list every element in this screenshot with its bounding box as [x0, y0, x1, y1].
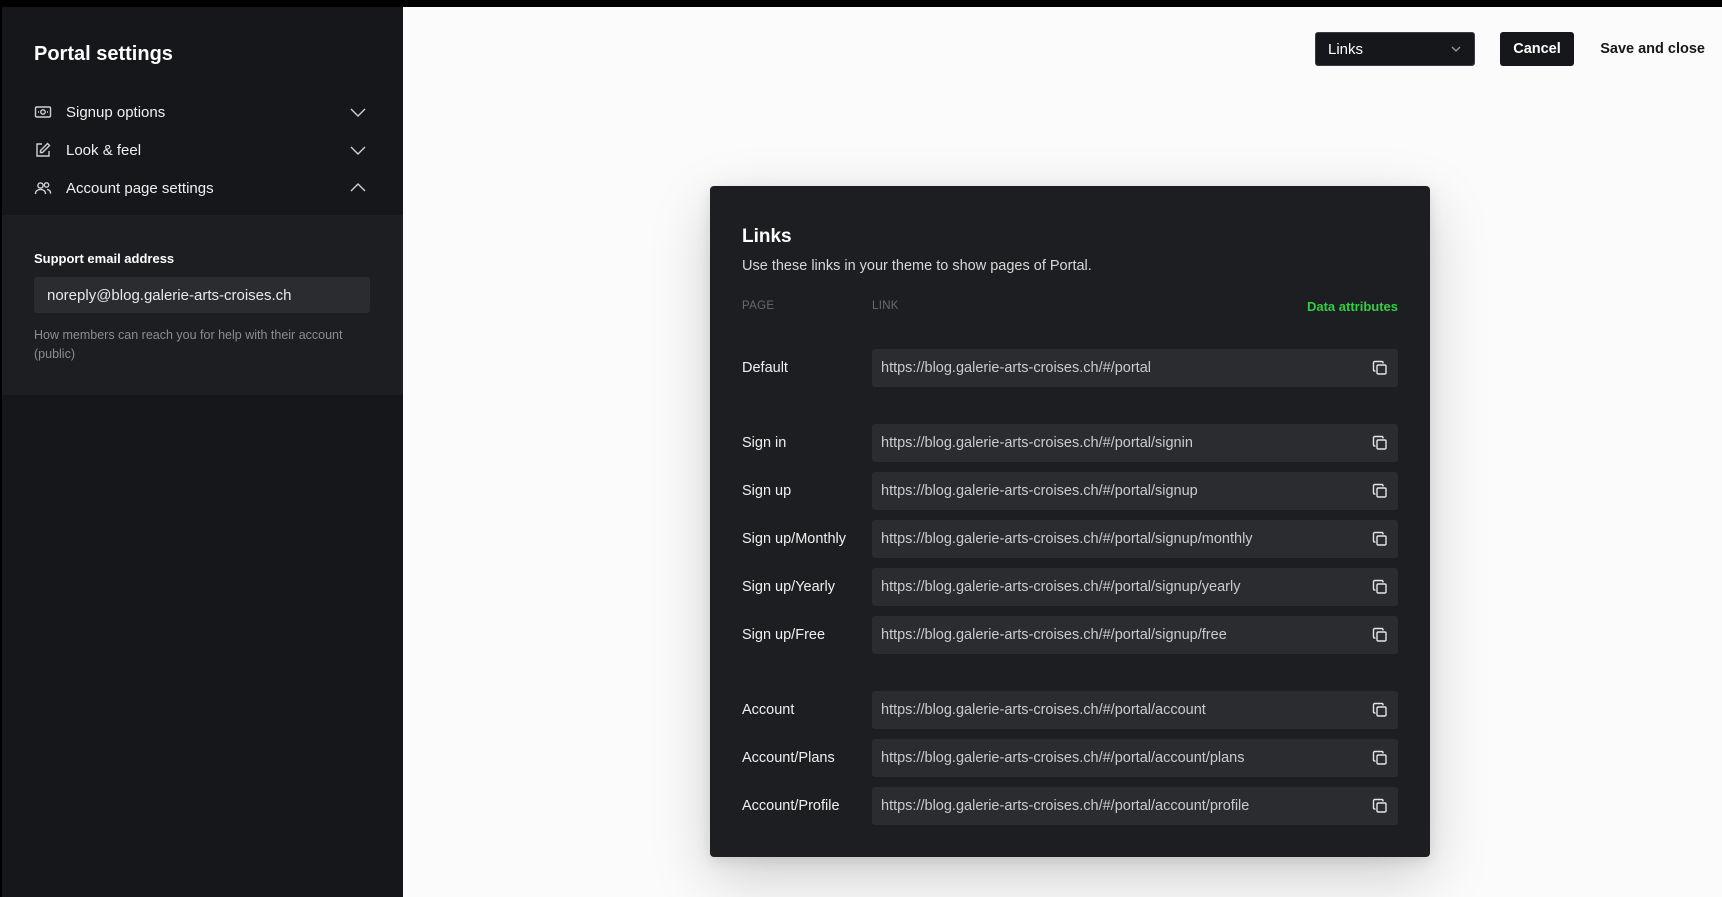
copy-icon[interactable]	[1370, 577, 1390, 597]
link-page-label: Default	[742, 360, 788, 376]
link-url-field[interactable]: https://blog.galerie-arts-croises.ch/#/p…	[872, 691, 1398, 729]
copy-icon[interactable]	[1370, 748, 1390, 768]
edit-icon	[34, 141, 52, 159]
card-icon	[34, 103, 52, 121]
link-url-field[interactable]: https://blog.galerie-arts-croises.ch/#/p…	[872, 739, 1398, 777]
accordion-label: Look & feel	[66, 141, 142, 159]
modal-subtitle: Use these links in your theme to show pa…	[742, 258, 1092, 274]
link-page-label: Account/Plans	[742, 750, 835, 766]
accordion-signup-options[interactable]: Signup options	[34, 97, 367, 127]
accordion-label: Account page settings	[66, 179, 214, 197]
copy-icon[interactable]	[1370, 529, 1390, 549]
support-email-label: Support email address	[34, 251, 175, 266]
link-url-text: https://blog.galerie-arts-croises.ch/#/p…	[881, 483, 1198, 499]
chevron-down-icon	[1450, 43, 1462, 55]
users-icon	[34, 179, 52, 197]
link-url-text: https://blog.galerie-arts-croises.ch/#/p…	[881, 798, 1250, 814]
copy-icon[interactable]	[1370, 700, 1390, 720]
support-email-field[interactable]	[34, 277, 370, 313]
link-url-text: https://blog.galerie-arts-croises.ch/#/p…	[881, 435, 1193, 451]
link-url-field[interactable]: https://blog.galerie-arts-croises.ch/#/p…	[872, 568, 1398, 606]
link-url-text: https://blog.galerie-arts-croises.ch/#/p…	[881, 360, 1151, 376]
data-attributes-link[interactable]: Data attributes	[1307, 299, 1398, 314]
link-url-text: https://blog.galerie-arts-croises.ch/#/p…	[881, 750, 1245, 766]
preview-select[interactable]: Links	[1315, 32, 1475, 66]
sidebar: Portal settings Signup options Look & fe…	[2, 7, 403, 897]
support-email-hint: How members can reach you for help with …	[34, 328, 343, 361]
copy-icon[interactable]	[1370, 433, 1390, 453]
save-and-close-button[interactable]: Save and close	[1593, 32, 1705, 66]
copy-icon[interactable]	[1370, 625, 1390, 645]
preview-select-value: Links	[1328, 40, 1364, 58]
copy-icon[interactable]	[1370, 796, 1390, 816]
chevron-down-icon	[349, 141, 367, 159]
accordion-account-page-settings[interactable]: Account page settings	[34, 173, 367, 203]
sidebar-title: Portal settings	[34, 43, 173, 65]
link-page-label: Sign in	[742, 435, 787, 451]
link-url-field[interactable]: https://blog.galerie-arts-croises.ch/#/p…	[872, 472, 1398, 510]
link-page-label: Account/Profile	[742, 798, 840, 814]
link-url-text: https://blog.galerie-arts-croises.ch/#/p…	[881, 579, 1241, 595]
cancel-button[interactable]: Cancel	[1500, 32, 1574, 66]
account-settings-panel: Support email address How members can re…	[2, 215, 403, 395]
link-page-label: Sign up/Free	[742, 627, 826, 643]
link-url-field[interactable]: https://blog.galerie-arts-croises.ch/#/p…	[872, 616, 1398, 654]
chevron-down-icon	[349, 103, 367, 121]
link-url-field[interactable]: https://blog.galerie-arts-croises.ch/#/p…	[872, 424, 1398, 462]
preview-area: Links Cancel Save and close Links Use th…	[403, 7, 1722, 897]
accordion-label: Signup options	[66, 103, 166, 121]
link-url-text: https://blog.galerie-arts-croises.ch/#/p…	[881, 702, 1206, 718]
link-page-label: Sign up/Monthly	[742, 531, 846, 547]
link-page-label: Account	[742, 702, 795, 718]
link-url-field[interactable]: https://blog.galerie-arts-croises.ch/#/p…	[872, 520, 1398, 558]
link-page-label: Sign up	[742, 483, 792, 499]
copy-icon[interactable]	[1370, 481, 1390, 501]
column-header-page: PAGE	[742, 300, 775, 312]
accordion-look-and-feel[interactable]: Look & feel	[34, 135, 367, 165]
chevron-up-icon	[349, 179, 367, 197]
link-url-text: https://blog.galerie-arts-croises.ch/#/p…	[881, 531, 1253, 547]
link-url-field[interactable]: https://blog.galerie-arts-croises.ch/#/p…	[872, 787, 1398, 825]
column-header-link: LINK	[872, 300, 899, 312]
link-url-text: https://blog.galerie-arts-croises.ch/#/p…	[881, 627, 1227, 643]
link-url-field[interactable]: https://blog.galerie-arts-croises.ch/#/p…	[872, 349, 1398, 387]
copy-icon[interactable]	[1370, 358, 1390, 378]
modal-title: Links	[742, 226, 792, 247]
links-modal: Links Use these links in your theme to s…	[710, 186, 1430, 857]
link-page-label: Sign up/Yearly	[742, 579, 835, 595]
